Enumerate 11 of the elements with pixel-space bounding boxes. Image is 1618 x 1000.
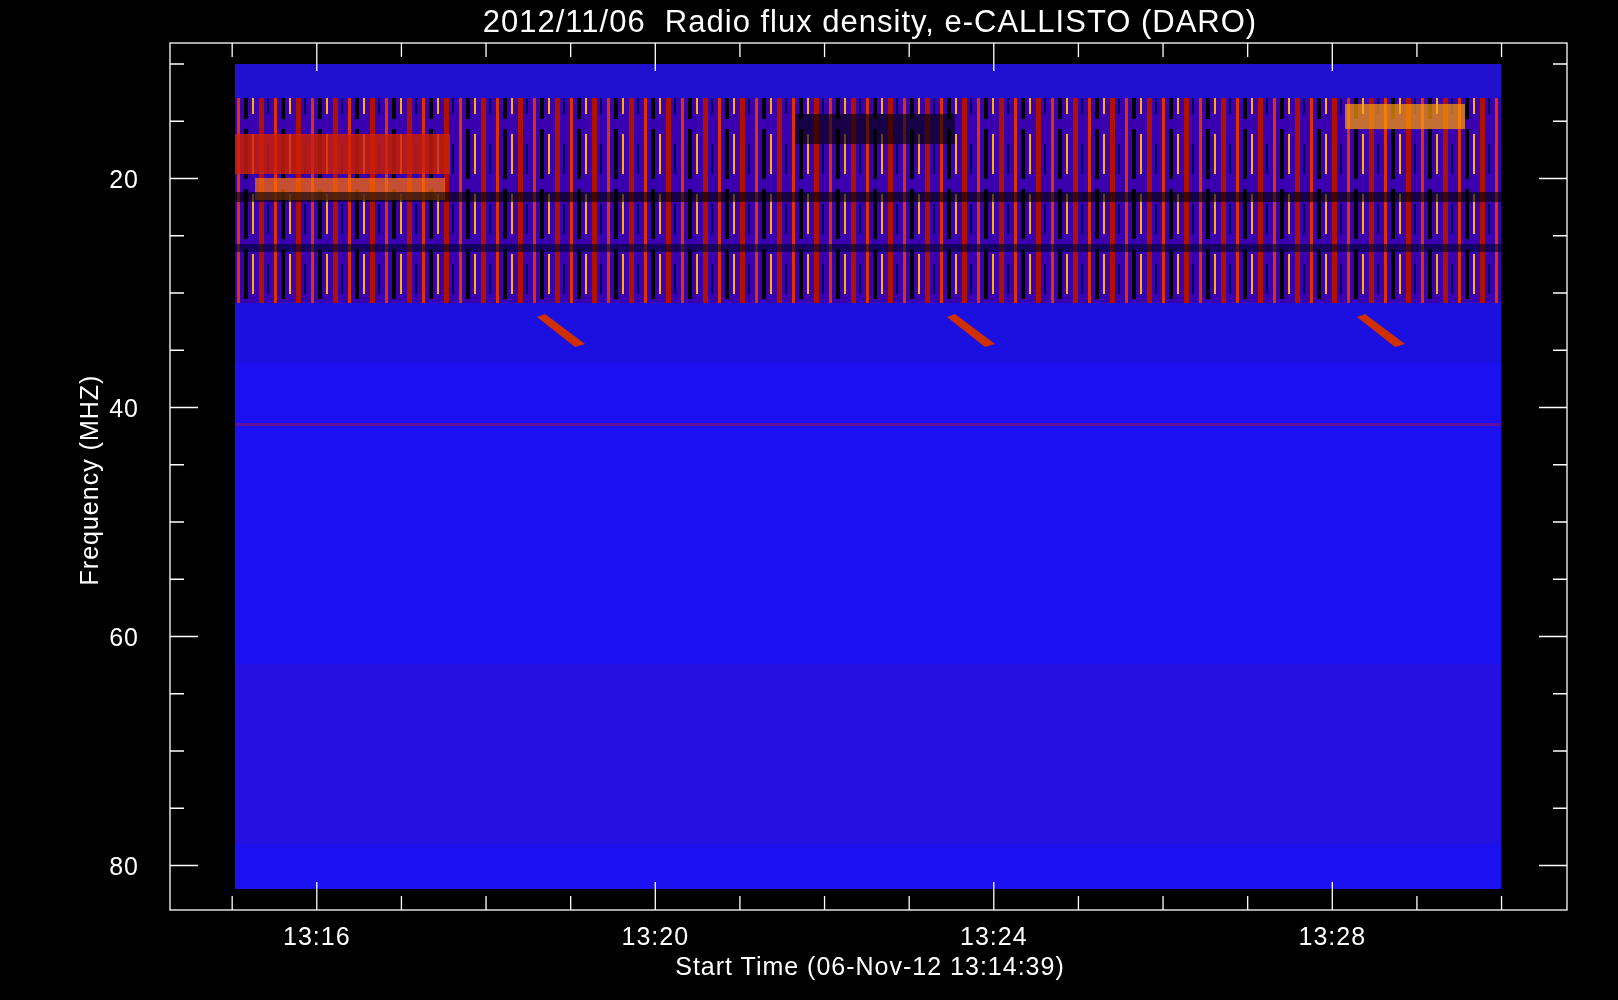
axis-label: Start Time (06-Nov-12 13:14:39): [675, 952, 1065, 980]
axis-tick-label: 13:16: [283, 922, 351, 950]
axis-tick-label: 60: [109, 622, 139, 651]
axis-tick-label: 13:28: [1298, 922, 1367, 950]
axis-tick-label: 80: [109, 851, 139, 880]
axis-tick-label: 13:24: [960, 922, 1028, 950]
chart-title: 2012/11/06 Radio flux density, e-CALLISTO (DARO): [482, 4, 1258, 39]
axis-tick-label: 40: [109, 393, 139, 422]
axis-tick-label: 13:20: [621, 922, 690, 950]
axis-tick-label: 20: [109, 164, 139, 193]
axis-label: Frequency (MHZ): [75, 374, 103, 586]
